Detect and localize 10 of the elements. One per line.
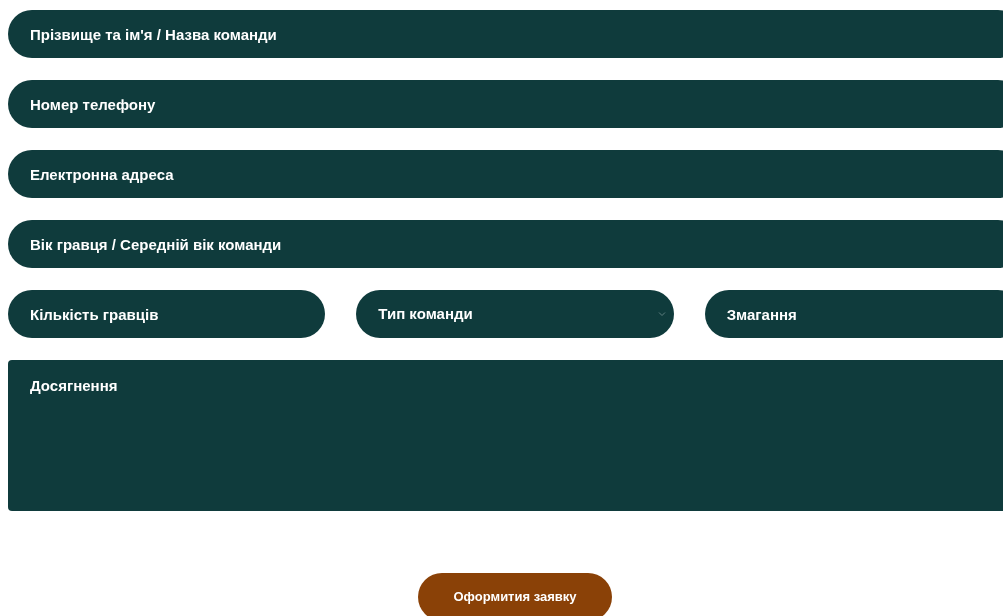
submit-button[interactable]: Оформития заявку <box>418 573 612 616</box>
input-field[interactable]: Прізвище та ім'я / Назва команди <box>8 10 1003 58</box>
input-field[interactable]: Номер телефону <box>8 80 1003 128</box>
input-field[interactable]: Змагання <box>704 290 1003 338</box>
caret-icon <box>657 311 666 317</box>
input-field[interactable]: Кількість гравців <box>8 290 326 338</box>
input-field[interactable]: Вік гравця / Середній вік команди <box>8 220 1003 268</box>
input-field[interactable]: Електронна адреса <box>8 150 1003 198</box>
text-area[interactable]: Досягнення <box>8 360 1003 511</box>
dropdown[interactable]: Тип команди <box>356 290 674 338</box>
